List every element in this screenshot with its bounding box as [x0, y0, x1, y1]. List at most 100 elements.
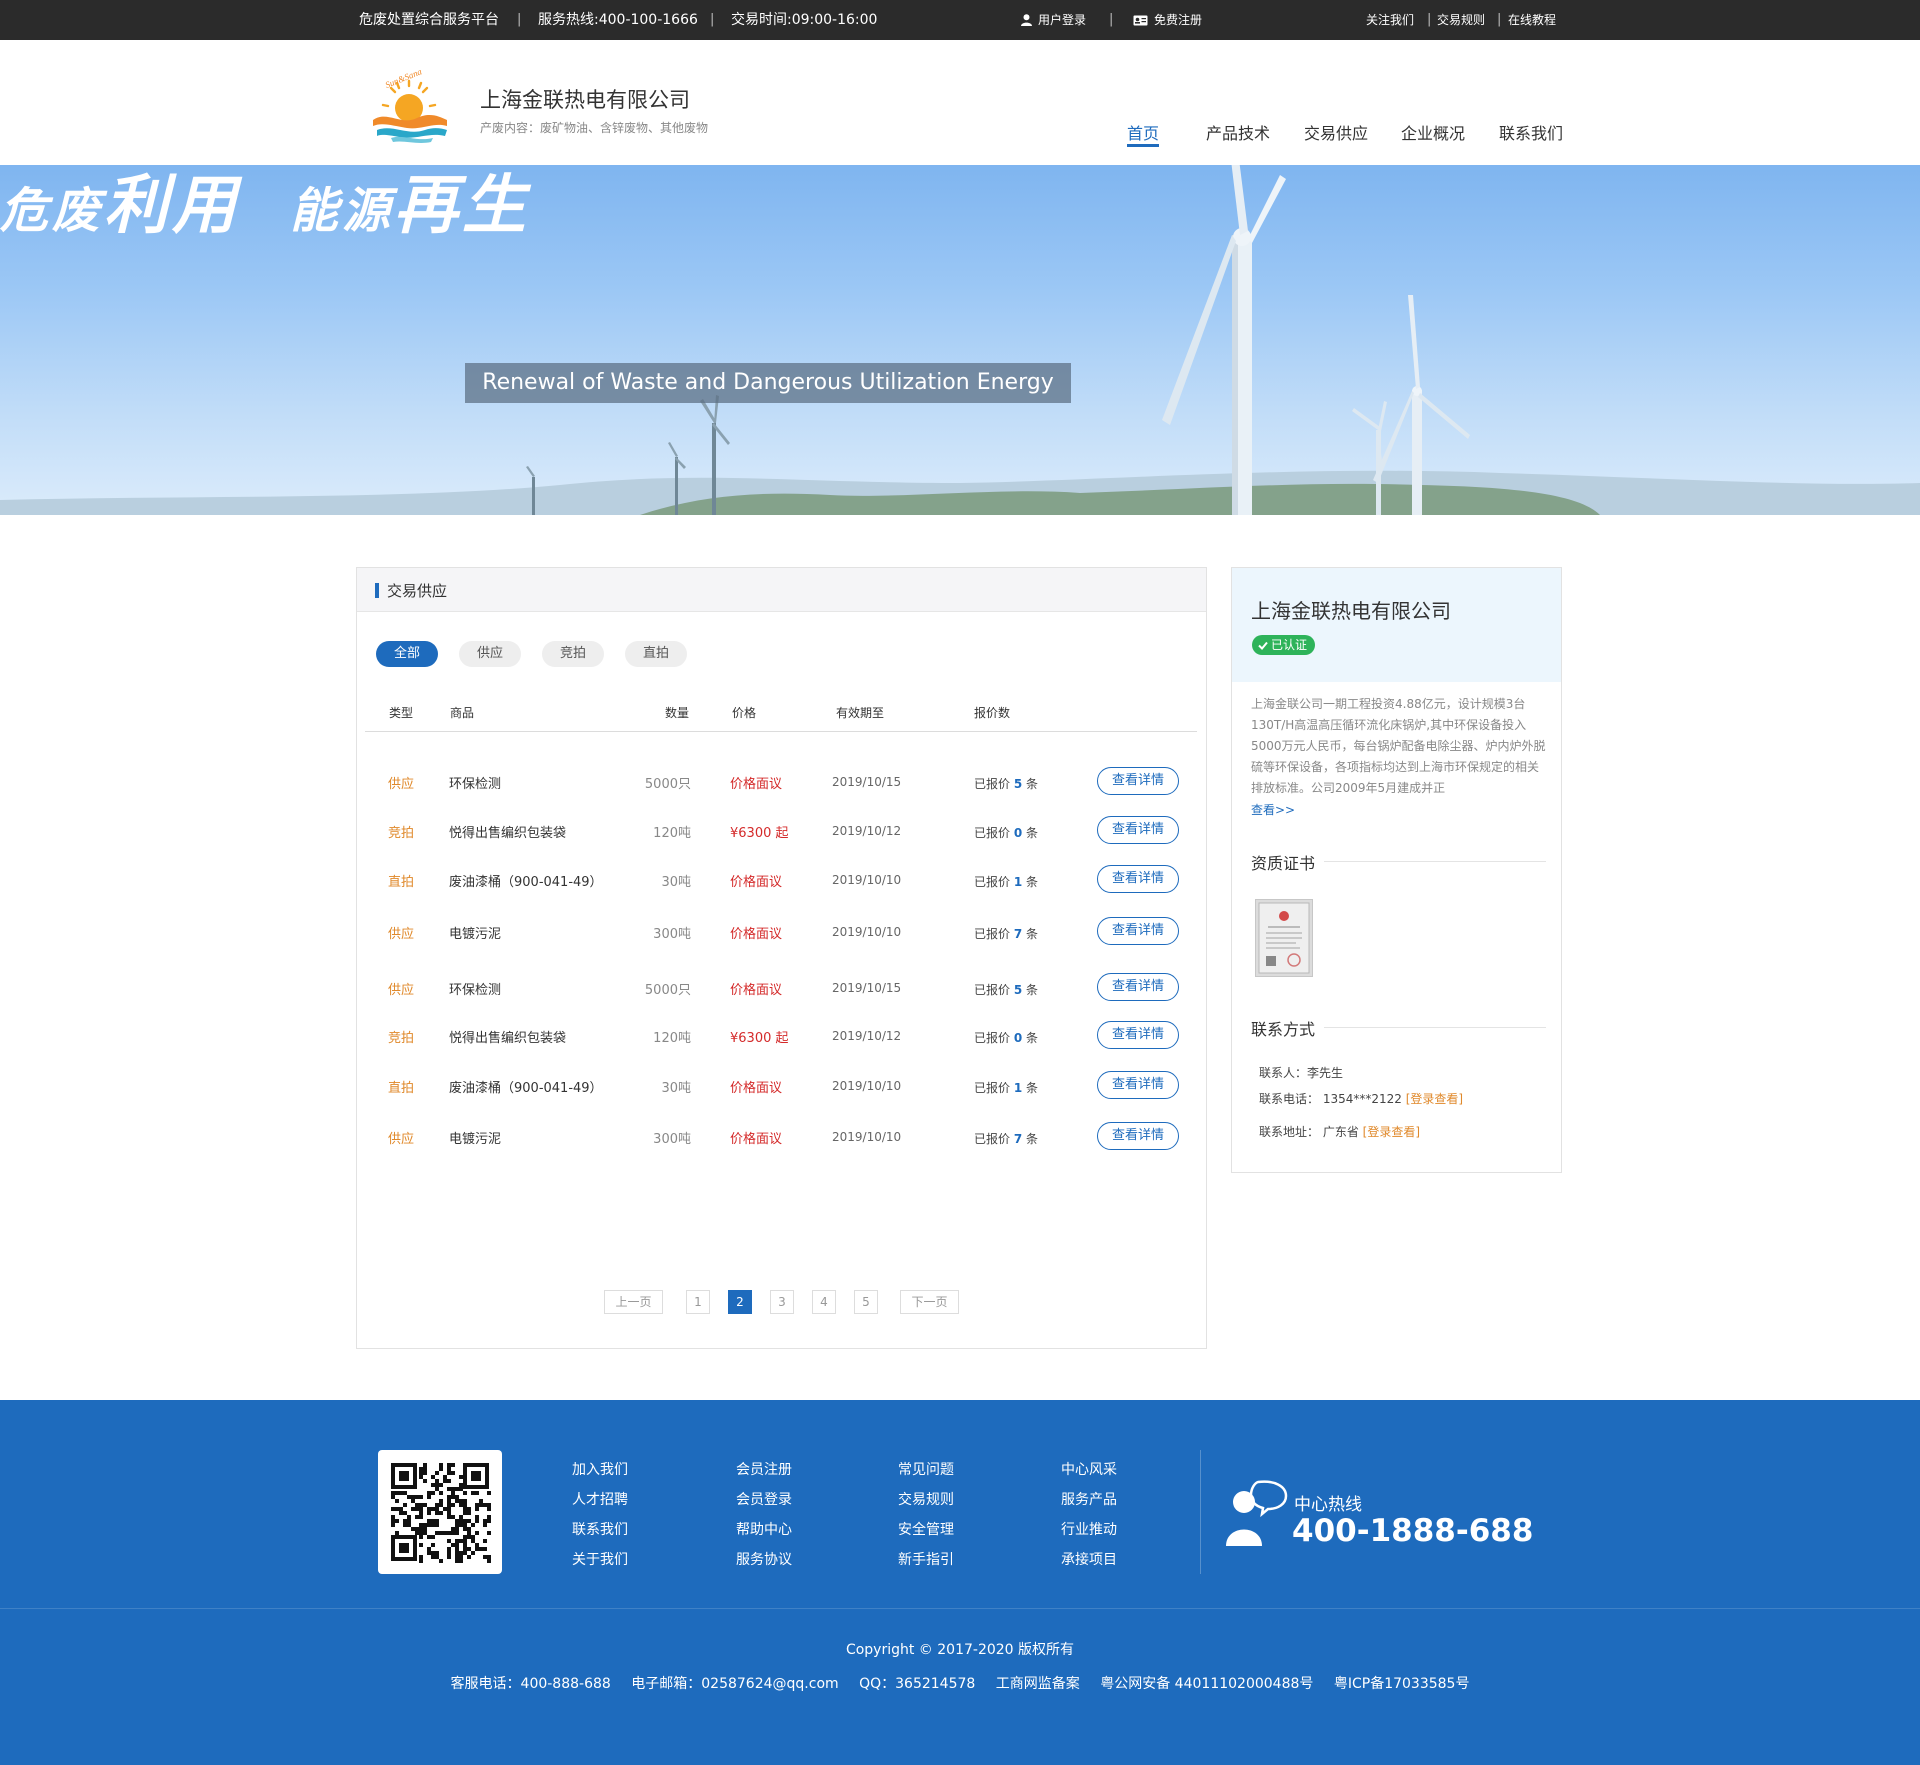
qr-module	[467, 1511, 471, 1515]
view-details-button[interactable]: 查看详情	[1097, 865, 1179, 893]
view-details-button[interactable]: 查看详情	[1097, 767, 1179, 795]
footer-business-record[interactable]: 工商网监备案	[996, 1676, 1080, 1692]
pagination-page-4[interactable]: 4	[812, 1290, 836, 1314]
footer-link-faq[interactable]: 常见问题	[898, 1459, 954, 1479]
certificate-thumbnail[interactable]	[1255, 899, 1313, 977]
filter-auction[interactable]: 竞拍	[542, 641, 604, 667]
footer-link-member-register[interactable]: 会员注册	[736, 1459, 792, 1479]
pagination-page-3[interactable]: 3	[770, 1290, 794, 1314]
company-logo[interactable]: Sun&Sand	[367, 70, 451, 145]
row-price: 价格面议	[730, 1132, 783, 1147]
pagination-prev[interactable]: 上一页	[604, 1290, 663, 1314]
address-login-view-link[interactable]: [登录查看]	[1363, 1125, 1420, 1139]
filter-all[interactable]: 全部	[376, 641, 438, 667]
pagination-next[interactable]: 下一页	[900, 1290, 959, 1314]
qr-module	[447, 1471, 451, 1475]
footer-link-service-products[interactable]: 服务产品	[1061, 1489, 1117, 1509]
bid-prefix: 已报价	[974, 1132, 1011, 1146]
qr-module	[459, 1499, 463, 1503]
qr-module	[459, 1551, 463, 1555]
view-details-button[interactable]: 查看详情	[1097, 1122, 1179, 1150]
trade-rules-link[interactable]: 交易规则	[1437, 0, 1485, 40]
qr-module	[447, 1551, 451, 1555]
read-more-link[interactable]: 查看>>	[1251, 801, 1295, 818]
row-bid-count: 已报价 5 条	[974, 981, 1038, 998]
footer-link-projects[interactable]: 承接项目	[1061, 1549, 1117, 1569]
row-price: 价格面议	[730, 927, 783, 942]
phone-login-view-link[interactable]: [登录查看]	[1406, 1092, 1463, 1106]
footer-link-industry-promotion[interactable]: 行业推动	[1061, 1519, 1117, 1539]
bid-number: 7	[1013, 1132, 1023, 1146]
trade-hours: 交易时间:09:00-16:00	[731, 12, 878, 28]
qr-module	[435, 1511, 439, 1515]
nav-contact[interactable]: 联系我们	[1499, 120, 1563, 144]
row-quantity: 300吨	[653, 927, 691, 942]
certificates-title: 资质证书	[1251, 854, 1316, 873]
row-type: 供应	[388, 927, 415, 942]
qr-module	[483, 1539, 487, 1543]
follow-us-link[interactable]: 关注我们	[1366, 0, 1414, 40]
pagination-page-5[interactable]: 5	[854, 1290, 878, 1314]
footer-link-beginner-guide[interactable]: 新手指引	[898, 1549, 954, 1569]
footer-link-trade-rules[interactable]: 交易规则	[898, 1489, 954, 1509]
row-expiry-date: 2019/10/12	[832, 1029, 902, 1043]
qr-module	[439, 1491, 443, 1495]
qr-module	[487, 1491, 491, 1495]
footer-link-contact-us[interactable]: 联系我们	[572, 1519, 628, 1539]
row-goods: 悦得出售编织包装袋	[449, 1031, 567, 1046]
nav-company-overview[interactable]: 企业概况	[1401, 120, 1465, 144]
footer-link-service-agreement[interactable]: 服务协议	[736, 1549, 792, 1569]
footer-police-record[interactable]: 粤公网安备 44011102000488号	[1100, 1676, 1313, 1692]
hotline-label: 中心热线	[1294, 1495, 1362, 1515]
qr-module	[423, 1471, 427, 1475]
qr-module	[439, 1463, 443, 1467]
register-link[interactable]: 免费注册	[1133, 0, 1202, 40]
row-quantity: 5000只	[644, 983, 691, 998]
qr-module	[483, 1503, 487, 1507]
filter-direct[interactable]: 直拍	[625, 641, 687, 667]
row-price: ¥6300 起	[730, 826, 789, 841]
qr-module	[447, 1503, 451, 1507]
bid-suffix: 条	[1026, 927, 1039, 941]
qr-module	[463, 1491, 467, 1495]
footer-link-about-us[interactable]: 关于我们	[572, 1549, 628, 1569]
qr-module	[463, 1523, 467, 1527]
qr-module	[431, 1491, 435, 1495]
qr-module	[471, 1535, 475, 1539]
qr-module	[487, 1559, 491, 1563]
nav-home[interactable]: 首页	[1127, 120, 1159, 144]
row-quantity: 30吨	[661, 1081, 691, 1096]
footer-link-help-center[interactable]: 帮助中心	[736, 1519, 792, 1539]
qr-module	[451, 1495, 455, 1499]
view-details-button[interactable]: 查看详情	[1097, 816, 1179, 844]
bid-suffix: 条	[1026, 983, 1039, 997]
qr-module	[471, 1551, 475, 1555]
view-details-button[interactable]: 查看详情	[1097, 973, 1179, 1001]
view-details-button[interactable]: 查看详情	[1097, 1021, 1179, 1049]
footer-link-member-login[interactable]: 会员登录	[736, 1489, 792, 1509]
qr-module	[447, 1467, 451, 1471]
view-details-button[interactable]: 查看详情	[1097, 917, 1179, 945]
qr-module	[423, 1527, 427, 1531]
pagination-page-2[interactable]: 2	[728, 1290, 752, 1314]
qr-module	[483, 1555, 487, 1559]
login-label: 用户登录	[1038, 13, 1087, 27]
view-details-button[interactable]: 查看详情	[1097, 1071, 1179, 1099]
filter-supply[interactable]: 供应	[459, 641, 521, 667]
nav-trade-supply[interactable]: 交易供应	[1304, 120, 1368, 144]
row-type: 直拍	[388, 875, 415, 890]
qr-module	[427, 1511, 431, 1515]
footer-link-safety[interactable]: 安全管理	[898, 1519, 954, 1539]
qr-module	[431, 1551, 435, 1555]
table-row: 供应 电镀污泥 300吨 价格面议 2019/10/10 已报价 7 条 查看详情	[357, 1117, 1206, 1157]
qr-module	[431, 1555, 435, 1559]
online-tutorial-link[interactable]: 在线教程	[1508, 0, 1556, 40]
footer-icp-record[interactable]: 粤ICP备17033585号	[1334, 1676, 1470, 1692]
footer-link-center-style[interactable]: 中心风采	[1061, 1459, 1117, 1479]
footer-link-recruitment[interactable]: 人才招聘	[572, 1489, 628, 1509]
qr-module	[403, 1523, 407, 1527]
login-link[interactable]: 用户登录	[1021, 0, 1086, 40]
nav-products[interactable]: 产品技术	[1206, 120, 1270, 144]
footer-link-join-us[interactable]: 加入我们	[572, 1459, 628, 1479]
pagination-page-1[interactable]: 1	[686, 1290, 710, 1314]
